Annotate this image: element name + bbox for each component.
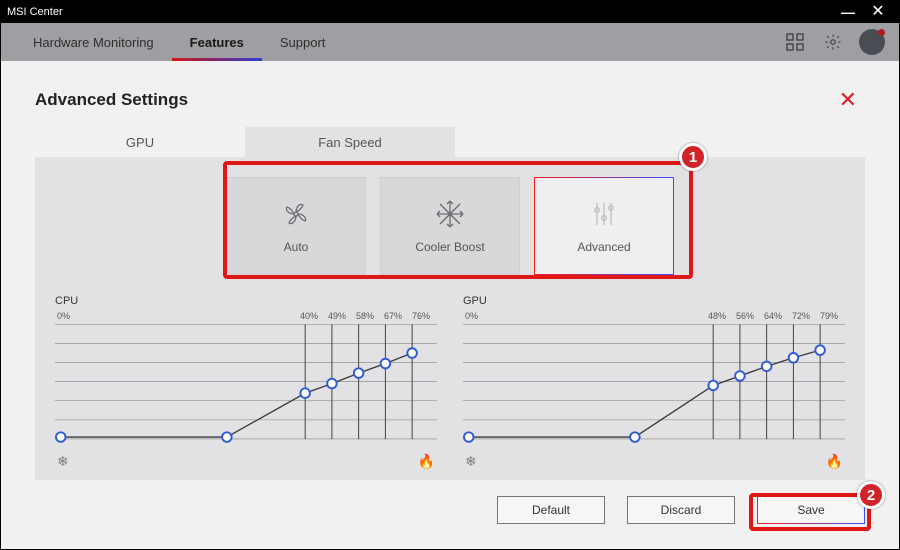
minimize-button[interactable]: — [833,5,863,19]
chart-label-cpu: CPU [55,295,437,307]
gpu-chart-foot-icons: ❄ 🔥 [463,451,845,470]
avatar[interactable] [859,29,885,55]
mode-card-advanced[interactable]: Advanced [534,177,674,275]
mode-label: Auto [284,240,309,254]
hot-icon: 🔥 [418,453,435,470]
subtab-label: GPU [126,135,154,150]
callout-1: 1 [679,143,707,171]
nav-tab-support[interactable]: Support [262,23,344,61]
fan-mode-row: Auto Cooler Boost Advanced [55,173,845,285]
nav-tab-label: Hardware Monitoring [33,35,154,50]
card-area: Auto Cooler Boost Advanced 1 [35,157,865,480]
sliders-icon [588,198,620,230]
panel-header: Advanced Settings ✕ [1,61,899,127]
chart-label-gpu: GPU [463,295,845,307]
gpu-chart-box: 0% 48% 56% 64% 72% 79% [463,311,845,451]
subtab-label: Fan Speed [318,135,382,150]
mode-label: Cooler Boost [415,240,484,254]
cold-icon: ❄ [57,453,69,470]
titlebar: MSI Center — ✕ [1,1,899,23]
gear-icon[interactable] [819,28,847,56]
fan-curve-charts: CPU 0% 40% 49% 58% 67% 76% [55,295,845,470]
mode-card-cooler-boost[interactable]: Cooler Boost [380,177,520,275]
hot-icon: 🔥 [826,453,843,470]
subtab-gpu[interactable]: GPU [35,127,245,157]
callout-2: 2 [857,481,885,509]
cpu-fan-chart[interactable]: CPU 0% 40% 49% 58% 67% 76% [55,295,437,470]
default-button[interactable]: Default [497,496,605,524]
app-window: MSI Center — ✕ Hardware Monitoring Featu… [0,0,900,550]
window-title: MSI Center [7,6,833,18]
top-navigation: Hardware Monitoring Features Support [1,23,899,61]
snowflake-icon [434,198,466,230]
discard-button[interactable]: Discard [627,496,735,524]
cpu-chart-foot-icons: ❄ 🔥 [55,451,437,470]
apps-grid-icon[interactable] [781,28,809,56]
panel-title: Advanced Settings [35,90,188,110]
nav-tab-features[interactable]: Features [172,23,262,61]
fan-icon [280,198,312,230]
nav-tab-label: Support [280,35,326,50]
gpu-fan-chart[interactable]: GPU 0% 48% 56% 64% 72% 79% [463,295,845,470]
nav-tab-hardware-monitoring[interactable]: Hardware Monitoring [15,23,172,61]
cpu-chart-box: 0% 40% 49% 58% 67% 76% [55,311,437,451]
mode-label: Advanced [577,240,630,254]
save-button[interactable]: Save [757,496,865,524]
subtab-row: GPU Fan Speed [35,127,899,157]
mode-card-auto[interactable]: Auto [226,177,366,275]
advanced-settings-panel: Advanced Settings ✕ GPU Fan Speed Auto [1,61,899,549]
action-button-row: Default Discard Save [1,480,899,524]
close-icon[interactable]: ✕ [831,83,865,117]
nav-tab-label: Features [190,35,244,50]
cold-icon: ❄ [465,453,477,470]
subtab-fan-speed[interactable]: Fan Speed [245,127,455,157]
window-close-button[interactable]: ✕ [863,5,893,19]
